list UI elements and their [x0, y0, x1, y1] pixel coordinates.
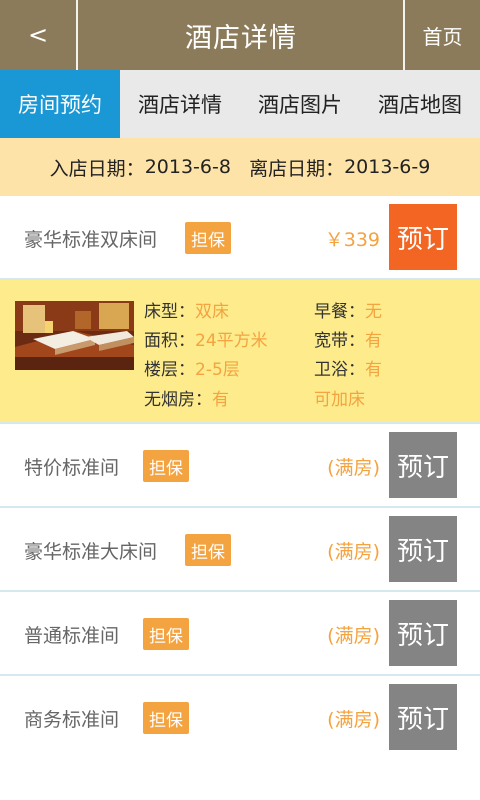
room-details-panel: 床型：双床 面积：24平方米 楼层：2-5层 无烟房：有 早餐：无 宽带：有 卫… [0, 280, 480, 422]
room-name: 商务标准间 [24, 708, 120, 731]
room-row[interactable]: 商务标准间 担保 (满房) 预订 [0, 676, 480, 760]
room-name: 豪华标准双床间 [24, 228, 158, 251]
back-button[interactable]: < [0, 0, 76, 70]
room-floor: 楼层：2-5层 [144, 360, 240, 380]
room-status: (满房) [327, 456, 380, 479]
bathroom: 卫浴：有 [314, 360, 382, 380]
breakfast: 早餐：无 [314, 302, 382, 322]
room-name: 普通标准间 [24, 624, 120, 647]
book-button[interactable]: 预订 [389, 204, 457, 270]
room-row[interactable]: 豪华标准大床间 担保 (满房) 预订 [0, 508, 480, 592]
guarantee-badge: 担保 [185, 222, 231, 254]
extra-bed: 可加床 [314, 390, 365, 410]
room-photo[interactable] [15, 301, 134, 370]
book-button[interactable]: 预订 [389, 516, 457, 582]
room-status: (满房) [327, 624, 380, 647]
room-name: 豪华标准大床间 [24, 540, 158, 563]
home-label: 首页 [422, 24, 463, 49]
tab-hotel-photos[interactable]: 酒店图片 [240, 70, 360, 138]
tab-room-booking[interactable]: 房间预约 [0, 70, 120, 138]
checkout-date: 2013-6-9 [344, 156, 431, 178]
room-name: 特价标准间 [24, 456, 120, 479]
page-title: 酒店详情 [185, 22, 297, 54]
tab-bar: 房间预约 酒店详情 酒店图片 酒店地图 [0, 70, 480, 138]
tab-label: 酒店详情 [138, 93, 222, 117]
tab-hotel-details[interactable]: 酒店详情 [120, 70, 240, 138]
back-label: < [27, 21, 49, 49]
checkin-date: 2013-6-8 [144, 156, 231, 178]
checkin-label: 入店日期： [49, 157, 145, 180]
book-button[interactable]: 预订 [389, 684, 457, 750]
book-button[interactable]: 预订 [389, 432, 457, 498]
room-row[interactable]: 特价标准间 担保 (满房) 预订 [0, 424, 480, 508]
checkout-label: 离店日期： [249, 157, 345, 180]
top-bar: < 酒店详情 首页 [0, 0, 480, 70]
non-smoking: 无烟房：有 [144, 390, 229, 410]
guarantee-badge: 担保 [143, 618, 189, 650]
guarantee-badge: 担保 [143, 450, 189, 482]
book-button[interactable]: 预订 [389, 600, 457, 666]
room-area: 面积：24平方米 [144, 331, 268, 351]
guarantee-badge: 担保 [143, 702, 189, 734]
room-row[interactable]: 豪华标准双床间 担保 ￥339 预订 [0, 196, 480, 280]
room-status: (满房) [327, 708, 380, 731]
room-row[interactable]: 普通标准间 担保 (满房) 预订 [0, 592, 480, 676]
room-price: ￥339 [324, 228, 380, 251]
bed-type: 床型：双床 [144, 302, 229, 322]
tab-hotel-map[interactable]: 酒店地图 [360, 70, 480, 138]
broadband: 宽带：有 [314, 331, 382, 351]
room-status: (满房) [327, 540, 380, 563]
guarantee-badge: 担保 [185, 534, 231, 566]
tab-label: 房间预约 [18, 93, 102, 117]
home-button[interactable]: 首页 [405, 0, 480, 70]
tab-label: 酒店图片 [258, 93, 342, 117]
tab-label: 酒店地图 [378, 93, 462, 117]
date-bar[interactable]: 入店日期： 2013-6-8 离店日期： 2013-6-9 [0, 138, 480, 196]
